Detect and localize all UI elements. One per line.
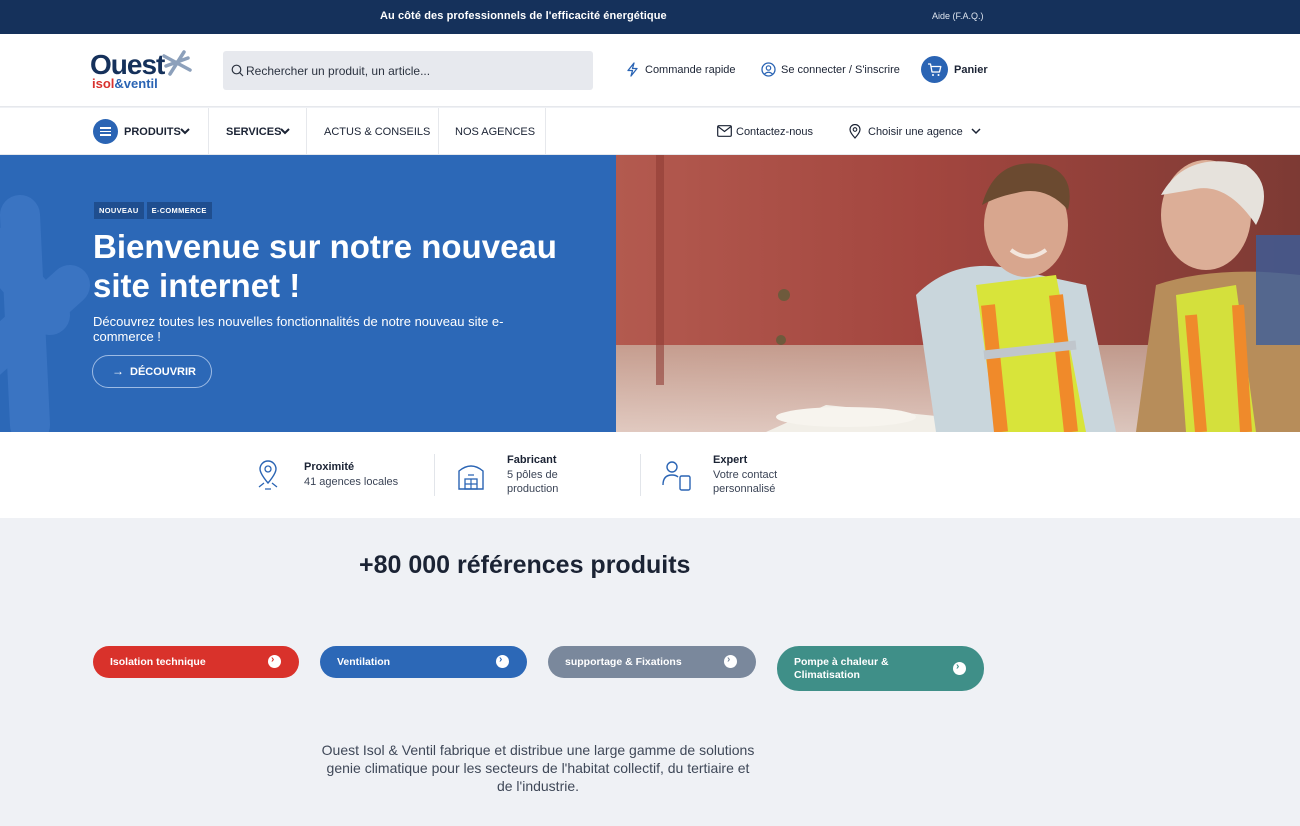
- feature-expert-title: Expert: [713, 454, 748, 466]
- nav-services-label: SERVICES: [226, 126, 282, 138]
- discover-button[interactable]: → DÉCOUVRIR: [92, 355, 212, 388]
- user-account-icon: [761, 62, 776, 77]
- category-ventilation-button[interactable]: Ventilation ›: [320, 646, 527, 678]
- location-pin-icon: [849, 124, 861, 139]
- divider: [434, 454, 435, 496]
- login-register-link[interactable]: Se connecter / S'inscrire: [781, 64, 900, 76]
- quick-order-link[interactable]: Commande rapide: [645, 64, 736, 76]
- company-description: Ouest Isol & Ventil fabrique et distribu…: [321, 742, 755, 794]
- feature-manufacturer-text: 5 pôles de production: [507, 469, 559, 495]
- category-label: Ventilation: [337, 656, 391, 668]
- nav-products[interactable]: PRODUITS: [0, 108, 209, 155]
- chevron-down-icon: [180, 128, 190, 135]
- hero-photo-workers: [616, 155, 1300, 432]
- factory-icon: [458, 465, 484, 490]
- feature-manufacturer-title: Fabricant: [507, 454, 557, 466]
- arrow-circle-icon: ›: [724, 654, 737, 668]
- chevron-down-icon: [971, 128, 981, 135]
- arrow-circle-icon: ›: [496, 654, 509, 668]
- contact-link[interactable]: Contactez-nous: [736, 126, 813, 138]
- cart-label[interactable]: Panier: [954, 64, 988, 76]
- search-placeholder: Rechercher un produit, un article...: [246, 64, 431, 78]
- discover-label: DÉCOUVRIR: [130, 366, 197, 378]
- logo-star-icon: [162, 50, 192, 76]
- location-pin-icon: [258, 460, 278, 490]
- hero-tags: NOUVEAU E-COMMERCE: [94, 200, 215, 219]
- divider: [640, 454, 641, 496]
- menu-hamburger-icon: [93, 119, 118, 144]
- hero-title: Bienvenue sur notre nouveau site interne…: [93, 228, 557, 304]
- main-navigation: PRODUITS SERVICES ACTUS & CONSEILS NOS A…: [0, 108, 1300, 155]
- tag-ecommerce: E-COMMERCE: [146, 202, 212, 219]
- nav-products-label: PRODUITS: [124, 126, 181, 138]
- tag-new: NOUVEAU: [94, 202, 144, 219]
- nav-services[interactable]: SERVICES: [209, 108, 307, 155]
- nav-agencies[interactable]: NOS AGENCES: [439, 108, 546, 155]
- category-label: supportage & Fixations: [565, 656, 682, 668]
- category-supportage-button[interactable]: supportage & Fixations ›: [548, 646, 756, 678]
- lightning-icon: [627, 62, 638, 77]
- feature-proximity-text: 41 agences locales: [304, 476, 399, 488]
- search-input[interactable]: Rechercher un produit, un article...: [223, 51, 593, 90]
- category-label: Isolation technique: [110, 656, 206, 668]
- announcement-text: Au côté des professionnels de l'efficaci…: [380, 10, 667, 22]
- site-header: Ouest isol&ventil Rechercher un produit,…: [0, 34, 1300, 107]
- nav-agencies-label: NOS AGENCES: [455, 126, 536, 138]
- arrow-circle-icon: ›: [953, 661, 966, 675]
- features-strip: Proximité 41 agences locales Fabricant 5…: [0, 432, 1300, 518]
- category-isolation-button[interactable]: Isolation technique ›: [93, 646, 299, 678]
- nav-news-label: ACTUS & CONSEILS: [324, 126, 431, 138]
- arrow-right-icon: →: [112, 364, 124, 378]
- top-announcement-bar: Au côté des professionnels de l'efficaci…: [0, 0, 1300, 34]
- references-title: +80 000 références produits: [359, 551, 691, 579]
- chevron-down-icon: [280, 128, 290, 135]
- choose-agency-dropdown[interactable]: Choisir une agence: [868, 126, 963, 138]
- nav-news[interactable]: ACTUS & CONSEILS: [307, 108, 439, 155]
- expert-user-icon: [662, 461, 691, 491]
- cart-icon: [928, 63, 942, 76]
- help-faq-link[interactable]: Aide (F.A.Q.): [932, 11, 984, 21]
- logo-subtitle: isol&ventil: [92, 76, 158, 91]
- hero-subtitle: Découvrez toutes les nouvelles fonctionn…: [93, 314, 504, 344]
- cart-button[interactable]: [921, 56, 948, 83]
- arrow-circle-icon: ›: [268, 654, 281, 668]
- feature-expert-text: Votre contact personnalisé: [713, 469, 778, 495]
- search-icon: [231, 64, 244, 77]
- category-label: Pompe à chaleur & Climatisation: [794, 656, 889, 681]
- category-heatpump-button[interactable]: Pompe à chaleur & Climatisation ›: [777, 646, 984, 691]
- mail-icon: [717, 125, 732, 137]
- hero-banner: NOUVEAU E-COMMERCE Bienvenue sur notre no…: [0, 155, 1300, 432]
- feature-proximity-title: Proximité: [304, 461, 355, 473]
- hero-text-panel: NOUVEAU E-COMMERCE Bienvenue sur notre no…: [0, 155, 616, 432]
- site-logo[interactable]: Ouest isol&ventil: [90, 50, 200, 94]
